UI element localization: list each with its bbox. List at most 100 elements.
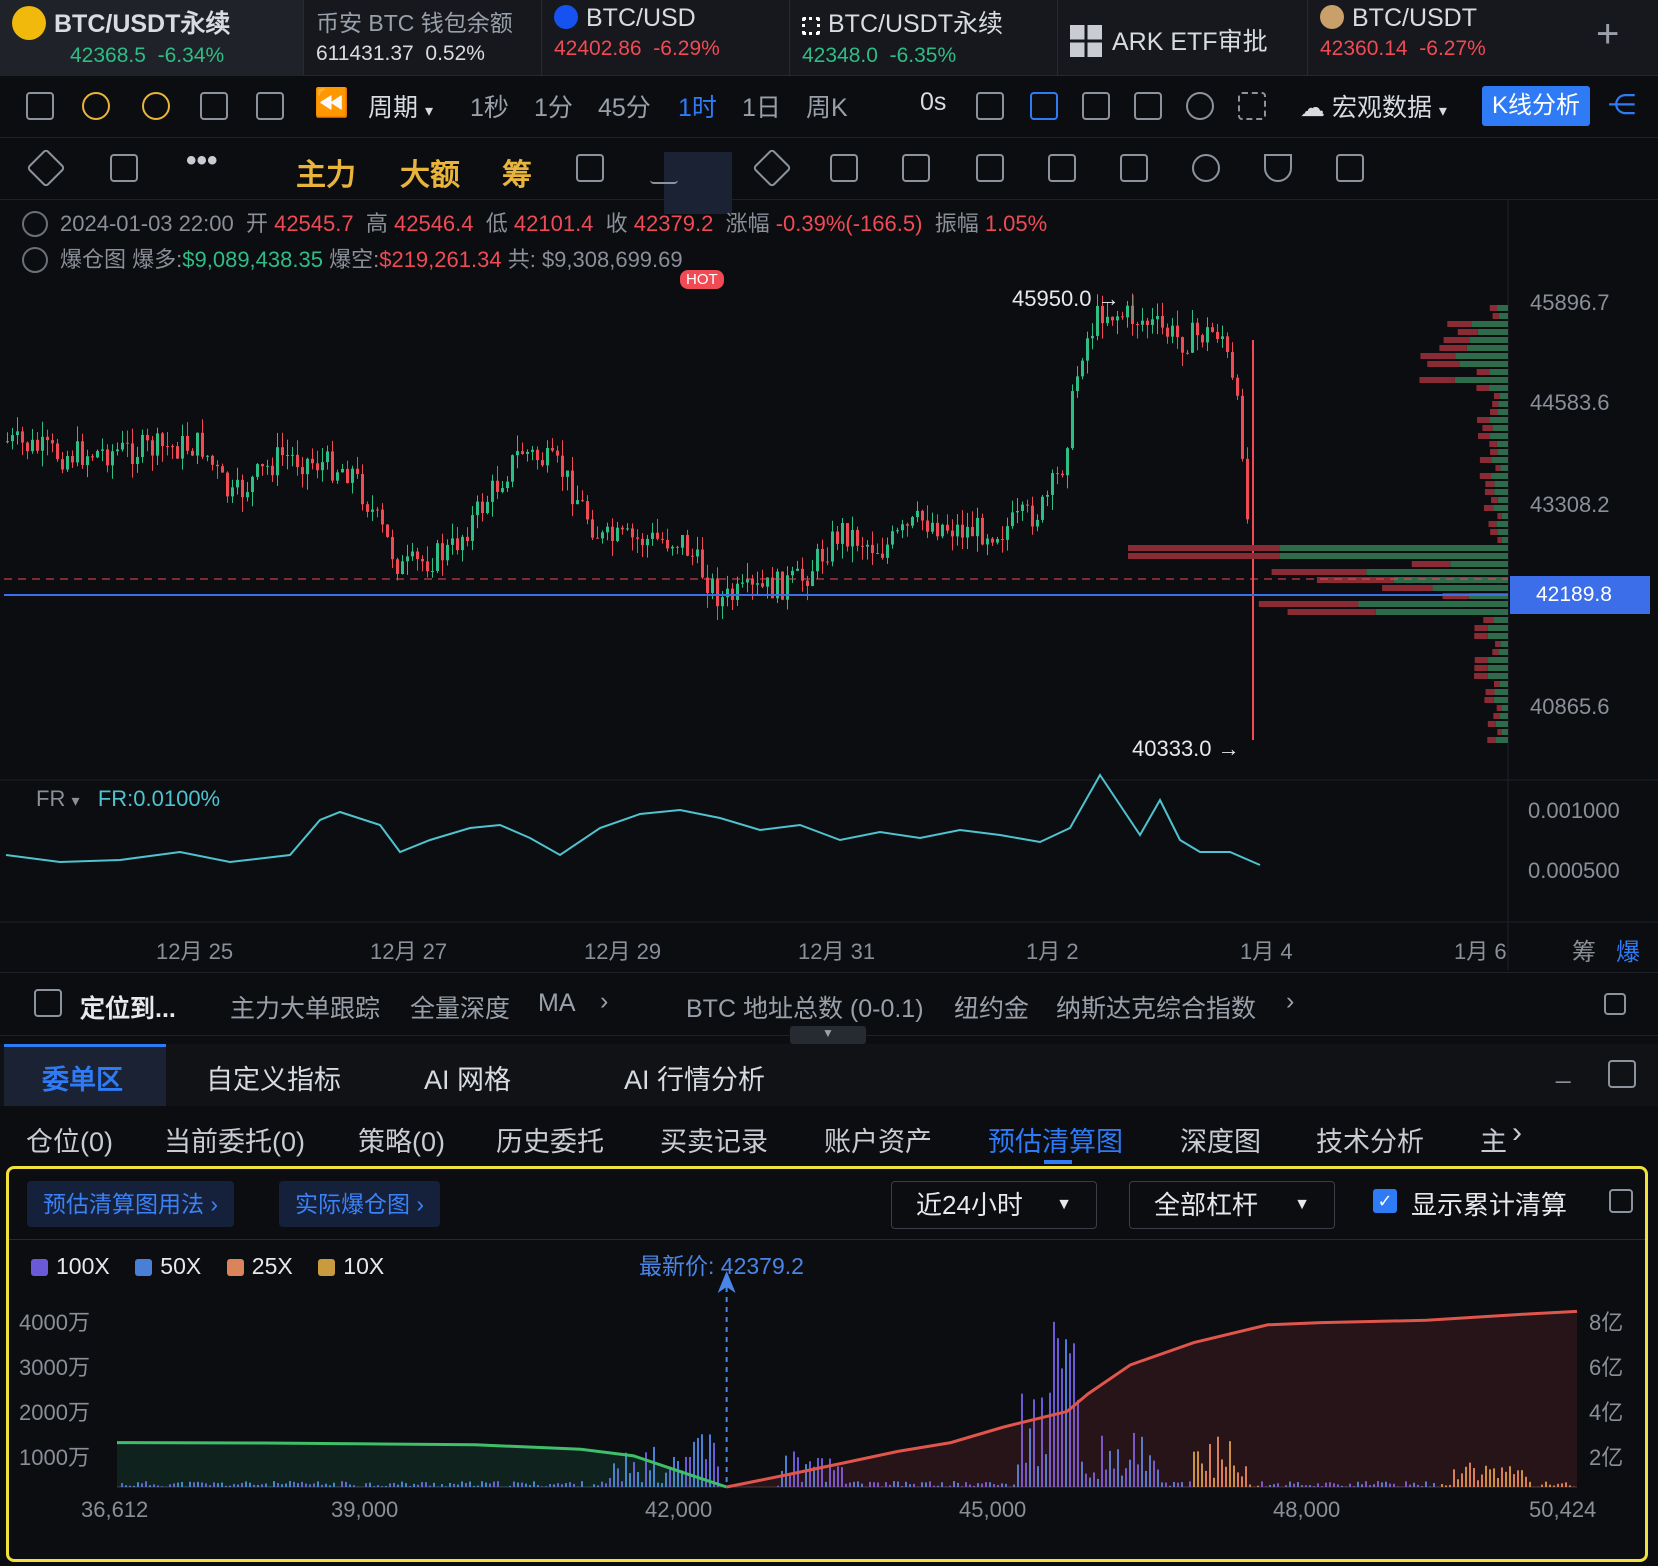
columns-icon[interactable] <box>256 92 284 120</box>
panel-handle-icon[interactable]: ▼ <box>790 1026 866 1044</box>
chou-toggle[interactable]: 筹 <box>1572 932 1596 967</box>
profile-bar <box>1454 377 1508 383</box>
subtab-ta[interactable]: 技术分析 <box>1316 1120 1424 1159</box>
lightning-icon[interactable] <box>142 92 170 120</box>
candle <box>211 455 214 465</box>
chou-button[interactable]: 筹 <box>502 150 532 194</box>
candle <box>626 528 629 530</box>
position-tool-icon[interactable] <box>976 154 1004 182</box>
subtab-position[interactable]: 仓位(0) <box>26 1120 113 1159</box>
calendar-icon[interactable] <box>34 989 62 1017</box>
subtab-depth[interactable]: 深度图 <box>1180 1120 1261 1159</box>
profile-bar <box>1501 705 1508 711</box>
maximize-icon[interactable] <box>1608 1060 1636 1088</box>
ruler-icon[interactable] <box>26 148 66 188</box>
subtab-trades[interactable]: 买卖记录 <box>660 1120 768 1159</box>
x-tick: 45,000 <box>959 1497 1027 1522</box>
liquidation-chart[interactable] <box>9 1169 1645 1565</box>
nav-item[interactable]: 纽约金 <box>954 989 1029 1025</box>
tab-custom-indicator[interactable]: 自定义指标 <box>206 1058 341 1097</box>
subtab-strategy[interactable]: 策略(0) <box>358 1120 445 1159</box>
rewind-icon[interactable]: ⏪ <box>314 86 349 119</box>
collapse-icon[interactable] <box>22 211 48 237</box>
ticker-tab-1[interactable]: 币安 BTC 钱包余额 611431.37 0.52% <box>304 0 542 76</box>
camera-icon[interactable] <box>976 92 1004 120</box>
profile-bar <box>1128 553 1280 559</box>
interval-1s[interactable]: 1秒 <box>470 88 509 124</box>
candle <box>76 441 79 463</box>
interval-1d[interactable]: 1日 <box>742 88 781 124</box>
zhuli-button[interactable]: 主力 <box>296 150 356 194</box>
nav-item[interactable]: 纳斯达克综合指数 <box>1056 989 1256 1025</box>
interval-1w[interactable]: 周K <box>806 88 848 124</box>
bookmark-icon[interactable] <box>1048 154 1076 182</box>
template-icon[interactable] <box>1134 92 1162 120</box>
period-dropdown[interactable]: 周期 ▾ <box>368 88 433 124</box>
compass-icon[interactable] <box>82 92 110 120</box>
dae-button[interactable]: 大额 <box>400 150 460 194</box>
trend-tool-icon[interactable] <box>650 156 678 184</box>
candle <box>156 433 159 456</box>
brush-icon[interactable] <box>830 154 858 182</box>
interval-45m[interactable]: 45分 <box>598 88 651 124</box>
macro-data-dropdown[interactable]: ☁ 宏观数据 ▾ <box>1300 88 1447 124</box>
subtab-liq-map[interactable]: 预估清算图 <box>988 1120 1123 1159</box>
subtab-open-orders[interactable]: 当前委托(0) <box>164 1120 305 1159</box>
pencil-icon[interactable] <box>1030 92 1058 120</box>
settings-icon[interactable] <box>1186 92 1214 120</box>
ticker-tab-0[interactable]: BTC/USDT永续 42368.5 -6.34% <box>0 0 304 76</box>
note-icon[interactable] <box>1120 154 1148 182</box>
collapse-icon[interactable] <box>22 247 48 273</box>
trash-icon[interactable] <box>1336 154 1364 182</box>
candle <box>446 544 449 561</box>
interval-1m[interactable]: 1分 <box>534 88 573 124</box>
candle <box>6 441 9 443</box>
select-icon[interactable] <box>1082 92 1110 120</box>
bao-toggle[interactable]: 爆 <box>1616 932 1640 967</box>
profile-bar <box>1500 641 1508 647</box>
add-tab-icon[interactable]: + <box>1596 12 1619 57</box>
fullscreen-icon[interactable] <box>1238 92 1266 120</box>
ticker-tab-4[interactable]: ARK ETF审批 <box>1058 0 1308 76</box>
kline-chart[interactable] <box>0 200 1658 970</box>
swap-icon[interactable] <box>576 154 604 182</box>
chevron-right-icon[interactable]: › <box>1286 987 1294 1016</box>
nav-item[interactable]: MA <box>538 989 576 1018</box>
candle <box>371 509 374 512</box>
chevron-down-icon[interactable]: ▾ <box>71 793 79 810</box>
layout-icon[interactable] <box>200 92 228 120</box>
candle <box>1086 338 1089 361</box>
ticker-tab-5[interactable]: BTC/USDT 42360.14 -6.27% <box>1308 0 1588 76</box>
nav-item[interactable]: 全量深度 <box>410 989 510 1025</box>
minimize-icon[interactable]: _ <box>1556 1054 1570 1085</box>
chevron-right-icon[interactable]: › <box>1512 1116 1522 1150</box>
fr-label[interactable]: FR <box>36 786 65 811</box>
profile-bar <box>1489 369 1508 375</box>
more-icon[interactable]: ••• <box>186 144 218 178</box>
add-indicator-icon[interactable] <box>110 154 138 182</box>
share-icon[interactable]: ⋲ <box>1608 88 1636 121</box>
magnet-icon[interactable] <box>1192 154 1220 182</box>
ticker-tab-3[interactable]: BTC/USDT永续 42348.0 -6.35% <box>790 0 1058 76</box>
candle-tool-icon[interactable] <box>902 154 930 182</box>
measure-icon[interactable] <box>752 148 792 188</box>
ticker-tab-2[interactable]: BTC/USD 42402.86 -6.29% <box>542 0 790 76</box>
tab-ai-analysis[interactable]: AI 行情分析 <box>624 1058 765 1097</box>
candle <box>751 578 754 585</box>
interval-1h[interactable]: 1时 <box>678 88 717 124</box>
tab-orders[interactable]: 委单区 <box>42 1058 123 1097</box>
filter-icon[interactable] <box>1264 154 1292 182</box>
tab-ai-grid[interactable]: AI 网格 <box>424 1058 511 1097</box>
subtab-assets[interactable]: 账户资产 <box>824 1120 932 1159</box>
kline-analysis-button[interactable]: K线分析 <box>1482 86 1591 126</box>
nav-item[interactable]: 主力大单跟踪 <box>230 989 380 1025</box>
edit-icon[interactable] <box>1604 993 1626 1015</box>
subtab-history[interactable]: 历史委托 <box>496 1120 604 1159</box>
locate-button[interactable]: 定位到... <box>80 989 176 1025</box>
nav-item[interactable]: BTC 地址总数 (0-0.1) <box>686 989 924 1025</box>
chart-type-icon[interactable] <box>26 92 54 120</box>
candle <box>116 449 119 452</box>
subtab-more[interactable]: 主 <box>1480 1120 1507 1159</box>
profile-bar <box>1499 681 1508 687</box>
chevron-right-icon[interactable]: › <box>600 987 608 1016</box>
